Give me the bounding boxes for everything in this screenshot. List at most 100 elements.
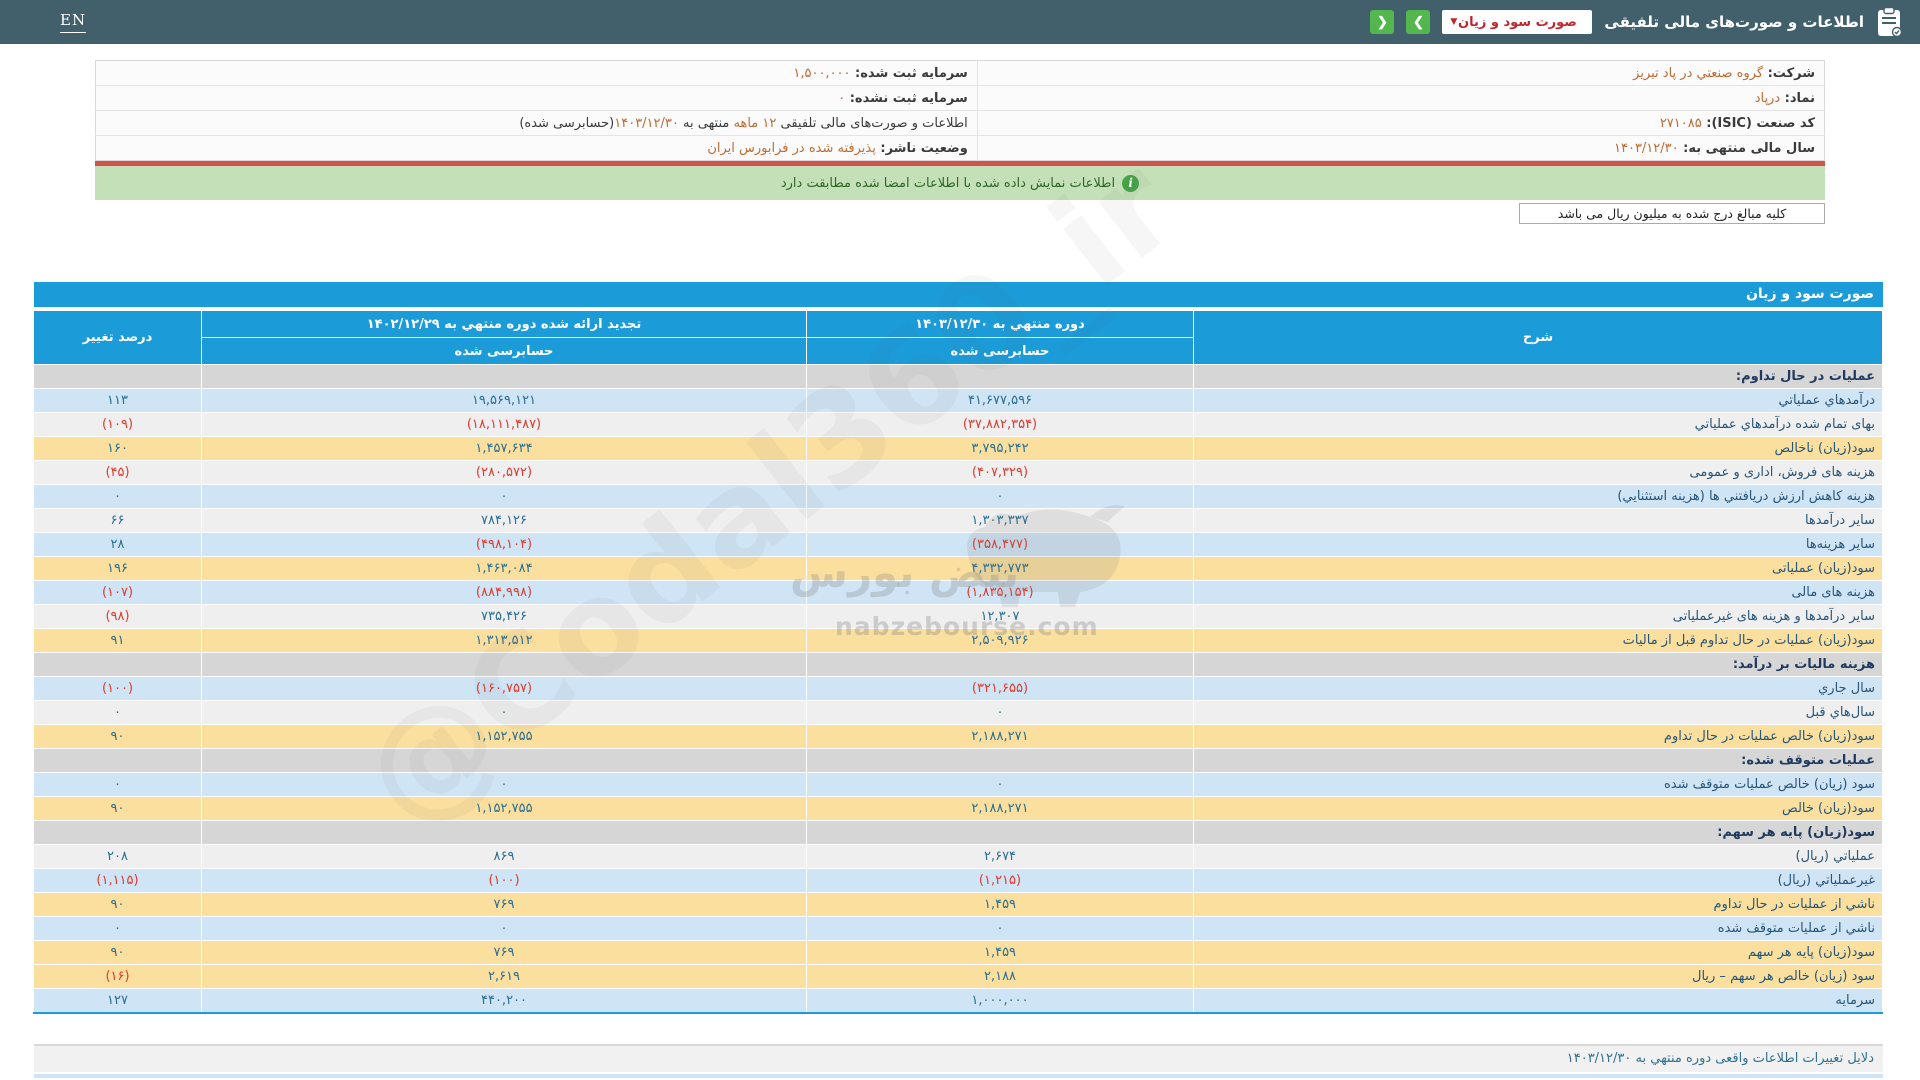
statement-row: ناشي از عملیات متوقف شده ۰ ۰ ۰ [33, 916, 1883, 941]
col-desc-header: شرح [1193, 310, 1883, 365]
current-period-value: ۱,۳۰۳,۳۳۷ [806, 508, 1194, 533]
current-period-value: ۱,۰۰۰,۰۰۰ [806, 988, 1194, 1013]
company-info-row: کد صنعت (ISIC): ۲۷۱۰۸۵ اطلاعات و صورت‌ها… [95, 110, 1825, 136]
info-cell-right: شرکت: گروه صنعتي در پاد تبريز [976, 60, 1825, 86]
current-period-value: ۲,۶۷۴ [806, 844, 1194, 869]
statement-row: سود(زیان) خالص عملیات در حال تداوم ۲,۱۸۸… [33, 724, 1883, 749]
statement-row: سود(زیان) عملیاتی ۴,۳۳۲,۷۷۳ ۱,۴۶۳,۰۸۴ ۱۹… [33, 556, 1883, 581]
pct-change-value: (۱۰۷) [33, 580, 202, 605]
restated-period-value: ۴۴۰,۲۰۰ [201, 988, 807, 1013]
pct-change-value [33, 820, 202, 845]
nav-next-button[interactable]: ❯ [1406, 10, 1431, 34]
row-description: درآمدهاي عملياتي [1193, 388, 1883, 413]
row-description: سود(زیان) پایه هر سهم: [1193, 820, 1883, 845]
row-description: عملیات در حال تداوم: [1193, 364, 1883, 389]
restated-period-value: ۰ [201, 772, 807, 797]
pct-change-value: (۹۸) [33, 604, 202, 629]
restated-period-value: (۱۰۰) [201, 868, 807, 893]
row-description: هزینه مالیات بر درآمد: [1193, 652, 1883, 677]
info-cell-left: سرمایه ثبت نشده: ۰ [95, 85, 978, 111]
pct-change-value: (۱۰۰) [33, 676, 202, 701]
statement-row: سایر درآمدها ۱,۳۰۳,۳۳۷ ۷۸۴,۱۲۶ ۶۶ [33, 508, 1883, 533]
row-description: هزینه های فروش، اداری و عمومی [1193, 460, 1883, 485]
current-period-value [806, 748, 1194, 773]
statement-table: شرح دوره منتهي به ۱۴۰۳/۱۲/۳۰ تجدید ارائه… [33, 310, 1883, 1014]
current-period-value: (۱,۸۳۵,۱۵۴) [806, 580, 1194, 605]
restated-period-value: ۸۶۹ [201, 844, 807, 869]
row-description: سود (زیان) خالص هر سهم – ریال [1193, 964, 1883, 989]
pct-change-value: (۱,۱۱۵) [33, 868, 202, 893]
restated-period-value: ۰ [201, 916, 807, 941]
current-period-value: ۰ [806, 700, 1194, 725]
language-toggle-en[interactable]: EN [60, 11, 87, 33]
dropdown-value: صورت سود و زیان [1457, 14, 1577, 30]
current-period-value: ۲,۵۰۹,۹۲۶ [806, 628, 1194, 653]
statement-row: سود(زیان) ناخالص ۳,۷۹۵,۲۴۲ ۱,۴۵۷,۶۳۴ ۱۶۰ [33, 436, 1883, 461]
pct-change-value: ۰ [33, 772, 202, 797]
restated-period-value [201, 652, 807, 677]
pct-change-value: ۱۲۷ [33, 988, 202, 1013]
row-description: عملیات متوقف شده: [1193, 748, 1883, 773]
col-restated-audited-header: حسابرسی شده [201, 337, 807, 365]
restated-period-value: ۱۹,۵۶۹,۱۲۱ [201, 388, 807, 413]
restated-period-value: ۰ [201, 484, 807, 509]
pct-change-value: ۹۰ [33, 892, 202, 917]
clipboard-icon [1878, 7, 1902, 37]
restated-period-value: ۷۶۹ [201, 892, 807, 917]
company-info-row: نماد: درپاد سرمایه ثبت نشده: ۰ [95, 85, 1825, 111]
statement-row: عملیات در حال تداوم: [33, 364, 1883, 389]
current-period-value: ۴,۳۳۲,۷۷۳ [806, 556, 1194, 581]
statement-row: درآمدهاي عملياتي ۴۱,۶۷۷,۵۹۶ ۱۹,۵۶۹,۱۲۱ ۱… [33, 388, 1883, 413]
current-period-value: ۲,۱۸۸ [806, 964, 1194, 989]
restated-period-value: ۷۶۹ [201, 940, 807, 965]
col-current-audited-header: حسابرسی شده [806, 337, 1194, 365]
statement-row: سود(زیان) خالص ۲,۱۸۸,۲۷۱ ۱,۱۵۲,۷۵۵ ۹۰ [33, 796, 1883, 821]
restated-period-value: (۱۶۰,۷۵۷) [201, 676, 807, 701]
info-cell-right: کد صنعت (ISIC): ۲۷۱۰۸۵ [976, 110, 1825, 136]
current-period-value: ۱,۴۵۹ [806, 940, 1194, 965]
pct-change-value: ۰ [33, 484, 202, 509]
nav-prev-button[interactable]: ❮ [1370, 10, 1395, 34]
pct-change-value: (۱۶) [33, 964, 202, 989]
statement-row: سود (زیان) خالص عملیات متوقف شده ۰ ۰ ۰ [33, 772, 1883, 797]
pct-change-value [33, 748, 202, 773]
pct-change-value: ۶۶ [33, 508, 202, 533]
row-description: بهای تمام شده درآمدهاي عملياتي [1193, 412, 1883, 437]
pct-change-value: ۱۶۰ [33, 436, 202, 461]
row-description: سرمایه [1193, 988, 1883, 1013]
statement-row: سود(زیان) پایه هر سهم ۱,۴۵۹ ۷۶۹ ۹۰ [33, 940, 1883, 965]
col-pct-change-header: درصد تغییر [33, 310, 202, 365]
current-period-value: (۴۰۷,۳۲۹) [806, 460, 1194, 485]
current-period-value: ۱۲,۳۰۷ [806, 604, 1194, 629]
pct-change-value [33, 652, 202, 677]
statement-row: هزینه های مالی (۱,۸۳۵,۱۵۴) (۸۸۴,۹۹۸) (۱۰… [33, 580, 1883, 605]
pct-change-value: (۱۰۹) [33, 412, 202, 437]
row-description: سایر هزینه‌ها [1193, 532, 1883, 557]
info-cell-right: نماد: درپاد [976, 85, 1825, 111]
pct-change-value: ۲۰۸ [33, 844, 202, 869]
restated-period-value: (۱۸,۱۱۱,۴۸۷) [201, 412, 807, 437]
statement-row: هزینه کاهش ارزش دریافتني ها (هزینه استثن… [33, 484, 1883, 509]
current-period-value: (۳۲۱,۶۵۵) [806, 676, 1194, 701]
info-cell-left: وضعیت ناشر: پذیرفته شده در فرابورس ایران [707, 140, 968, 156]
current-period-value [806, 364, 1194, 389]
current-period-value: ۰ [806, 484, 1194, 509]
statement-row: عملیات متوقف شده: [33, 748, 1883, 773]
restated-period-value: ۱,۱۵۲,۷۵۵ [201, 724, 807, 749]
statement-row: سال جاري (۳۲۱,۶۵۵) (۱۶۰,۷۵۷) (۱۰۰) [33, 676, 1883, 701]
statement-type-dropdown[interactable]: صورت سود و زیان ▼ [1442, 10, 1593, 34]
company-info-row: سال مالی منتهی به: ۱۴۰۳/۱۲/۳۰ وضعیت ناشر… [96, 135, 1825, 161]
restated-period-value: (۲۸۰,۵۷۲) [201, 460, 807, 485]
footer-subtable-strip [34, 1073, 1883, 1078]
row-description: سود(زیان) خالص [1193, 796, 1883, 821]
info-cell-left: سرمایه ثبت شده: ۱,۵۰۰,۰۰۰ [95, 60, 978, 86]
pct-change-value: ۰ [33, 700, 202, 725]
statement-row: سود (زیان) خالص هر سهم – ریال ۲,۱۸۸ ۲,۶۱… [33, 964, 1883, 989]
current-period-value: (۳۵۸,۴۷۷) [806, 532, 1194, 557]
restated-period-value: ۱,۴۵۷,۶۳۴ [201, 436, 807, 461]
restated-period-value: (۴۹۸,۱۰۴) [201, 532, 807, 557]
row-description: سال‌هاي قبل [1193, 700, 1883, 725]
row-description: سود (زیان) خالص عملیات متوقف شده [1193, 772, 1883, 797]
restated-period-value: ۱,۴۶۳,۰۸۴ [201, 556, 807, 581]
current-period-value [806, 820, 1194, 845]
